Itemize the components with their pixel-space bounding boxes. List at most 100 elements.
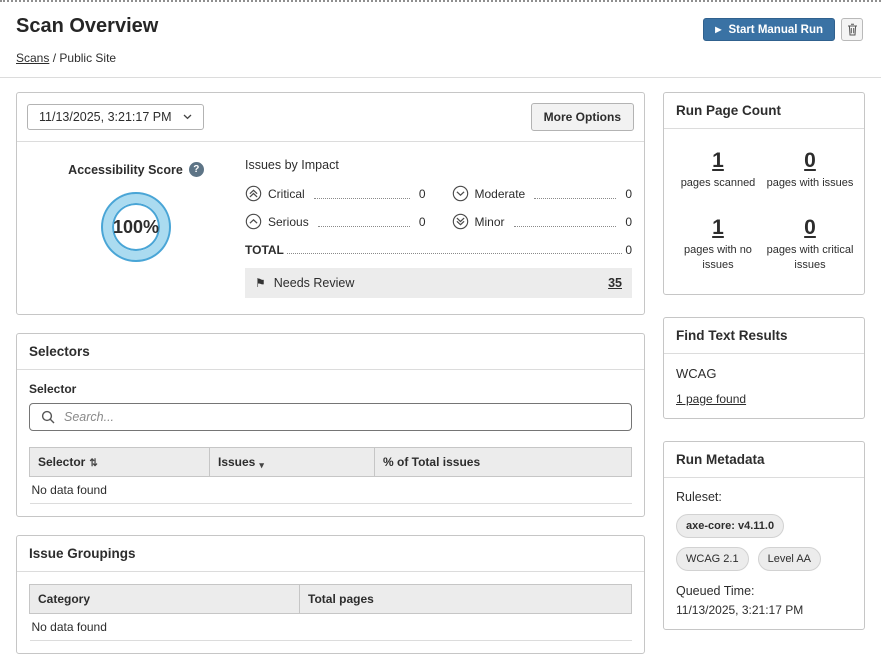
dotted-leader bbox=[534, 198, 616, 199]
issue-groupings-header-category: Category bbox=[30, 585, 300, 614]
selectors-card: Selectors Selector Selector⇅ bbox=[16, 333, 645, 517]
run-metadata-card: Run Metadata Ruleset: axe-core: v4.11.0 … bbox=[663, 441, 865, 630]
issues-by-impact-section: Issues by Impact Critical 0 bbox=[245, 156, 632, 298]
issue-groupings-table: Category Total pages No data found bbox=[29, 584, 632, 641]
help-question-icon[interactable]: ? bbox=[189, 162, 204, 177]
dotted-leader bbox=[318, 226, 410, 227]
stat-pages-critical-issues-value[interactable]: 0 bbox=[804, 216, 816, 240]
scan-summary-body: Accessibility Score ? 100% Issues by Imp… bbox=[17, 142, 644, 314]
search-icon bbox=[41, 410, 55, 424]
selectors-table-header-selector[interactable]: Selector⇅ bbox=[30, 448, 210, 477]
badge-wcag: WCAG 2.1 bbox=[676, 547, 749, 571]
find-text-results-body: WCAG 1 page found bbox=[664, 354, 864, 418]
issues-by-impact-title: Issues by Impact bbox=[245, 158, 632, 172]
breadcrumb: Scans / Public Site bbox=[0, 41, 881, 77]
left-column: 11/13/2025, 3:21:17 PM More Options Acce… bbox=[16, 92, 645, 654]
ruleset-label: Ruleset: bbox=[676, 490, 852, 504]
trash-icon bbox=[847, 23, 858, 36]
stat-pages-critical-issues-label: pages with critical issues bbox=[764, 243, 856, 272]
issue-groupings-card-body: Category Total pages No data found bbox=[17, 572, 644, 653]
find-text-results-card: Find Text Results WCAG 1 page found bbox=[663, 317, 865, 419]
queued-time-block: Queued Time: 11/13/2025, 3:21:17 PM bbox=[676, 584, 852, 617]
impact-row-moderate: Moderate 0 bbox=[452, 185, 633, 202]
run-metadata-body: Ruleset: axe-core: v4.11.0 WCAG 2.1 Leve… bbox=[664, 478, 864, 629]
chevron-down-icon bbox=[183, 114, 192, 120]
stat-pages-scanned: 1 pages scanned bbox=[672, 149, 764, 190]
selectors-card-title: Selectors bbox=[17, 334, 644, 370]
impact-value: 0 bbox=[625, 215, 632, 229]
selector-search-input[interactable] bbox=[64, 410, 620, 424]
issue-groupings-empty-text: No data found bbox=[30, 614, 632, 641]
impact-total-value: 0 bbox=[625, 243, 632, 257]
page-title: Scan Overview bbox=[16, 15, 158, 38]
impact-value: 0 bbox=[625, 187, 632, 201]
stat-pages-no-issues-value[interactable]: 1 bbox=[712, 216, 724, 240]
scan-summary-card: 11/13/2025, 3:21:17 PM More Options Acce… bbox=[16, 92, 645, 315]
accessibility-score-ring: 100% bbox=[103, 194, 169, 260]
dotted-leader bbox=[314, 198, 410, 199]
selectors-table: Selector⇅ Issues▾ % of Total issues No d… bbox=[29, 447, 632, 504]
impact-value: 0 bbox=[419, 187, 426, 201]
issue-groupings-header-total-pages: Total pages bbox=[300, 585, 632, 614]
impact-total-row: TOTAL 0 bbox=[245, 243, 632, 257]
sort-both-icon: ⇅ bbox=[89, 458, 97, 469]
needs-review-count-link[interactable]: 35 bbox=[608, 276, 622, 290]
scan-date-dropdown[interactable]: 11/13/2025, 3:21:17 PM bbox=[27, 104, 204, 130]
start-manual-run-button[interactable]: ▶ Start Manual Run bbox=[703, 18, 835, 41]
breadcrumb-current: Public Site bbox=[59, 51, 116, 65]
run-page-count-title: Run Page Count bbox=[664, 93, 864, 129]
find-text-pages-found-link[interactable]: 1 page found bbox=[676, 392, 746, 406]
impact-value: 0 bbox=[419, 215, 426, 229]
critical-icon bbox=[245, 185, 262, 202]
impact-label: Minor bbox=[475, 215, 505, 229]
run-page-count-grid: 1 pages scanned 0 pages with issues 1 pa… bbox=[664, 129, 864, 294]
selectors-table-header-issues[interactable]: Issues▾ bbox=[210, 448, 375, 477]
ruleset-badges: axe-core: v4.11.0 WCAG 2.1 Level AA bbox=[676, 514, 852, 571]
badge-level-aa: Level AA bbox=[758, 547, 821, 571]
run-page-count-card: Run Page Count 1 pages scanned 0 pages w… bbox=[663, 92, 865, 295]
breadcrumb-scans-link[interactable]: Scans bbox=[16, 51, 49, 65]
accessibility-score-label-row: Accessibility Score ? bbox=[68, 162, 204, 177]
more-options-button[interactable]: More Options bbox=[531, 103, 634, 131]
selectors-card-body: Selector Selector⇅ bbox=[17, 370, 644, 516]
stat-pages-with-issues: 0 pages with issues bbox=[764, 149, 856, 190]
needs-review-bar: ⚑ Needs Review 35 bbox=[245, 268, 632, 298]
selectors-empty-text: No data found bbox=[30, 477, 632, 504]
delete-scan-button[interactable] bbox=[841, 18, 863, 41]
needs-review-label: Needs Review bbox=[274, 276, 355, 290]
stat-pages-scanned-label: pages scanned bbox=[672, 176, 764, 190]
right-column: Run Page Count 1 pages scanned 0 pages w… bbox=[663, 92, 865, 630]
scan-summary-toolbar: 11/13/2025, 3:21:17 PM More Options bbox=[17, 93, 644, 142]
dotted-leader bbox=[287, 253, 622, 254]
moderate-icon bbox=[452, 185, 469, 202]
impact-grid: Critical 0 Moderate 0 bbox=[245, 185, 632, 230]
selectors-table-header-percent: % of Total issues bbox=[375, 448, 632, 477]
page-header: Scan Overview ▶ Start Manual Run bbox=[0, 2, 881, 41]
impact-row-minor: Minor 0 bbox=[452, 213, 633, 230]
accessibility-score-section: Accessibility Score ? 100% bbox=[27, 156, 245, 298]
selector-search-box bbox=[29, 403, 632, 431]
impact-label: Serious bbox=[268, 215, 309, 229]
impact-label: Moderate bbox=[475, 187, 526, 201]
stat-pages-critical-issues: 0 pages with critical issues bbox=[764, 216, 856, 272]
table-row: No data found bbox=[30, 477, 632, 504]
queued-time-label: Queued Time: bbox=[676, 584, 852, 598]
sort-down-icon: ▾ bbox=[259, 460, 264, 470]
flag-icon: ⚑ bbox=[255, 276, 266, 290]
run-metadata-title: Run Metadata bbox=[664, 442, 864, 478]
impact-total-label: TOTAL bbox=[245, 243, 284, 257]
accessibility-score-value: 100% bbox=[113, 217, 159, 238]
table-row: No data found bbox=[30, 614, 632, 641]
stat-pages-scanned-value[interactable]: 1 bbox=[712, 149, 724, 173]
impact-row-critical: Critical 0 bbox=[245, 185, 426, 202]
dotted-leader bbox=[514, 226, 617, 227]
impact-row-serious: Serious 0 bbox=[245, 213, 426, 230]
stat-pages-with-issues-value[interactable]: 0 bbox=[804, 149, 816, 173]
queued-time-value: 11/13/2025, 3:21:17 PM bbox=[676, 603, 852, 617]
start-manual-run-label: Start Manual Run bbox=[728, 24, 823, 36]
selector-field-label: Selector bbox=[29, 382, 632, 396]
find-text-term: WCAG bbox=[676, 366, 852, 381]
scan-date-dropdown-value: 11/13/2025, 3:21:17 PM bbox=[39, 110, 172, 124]
stat-pages-no-issues: 1 pages with no issues bbox=[672, 216, 764, 272]
minor-icon bbox=[452, 213, 469, 230]
